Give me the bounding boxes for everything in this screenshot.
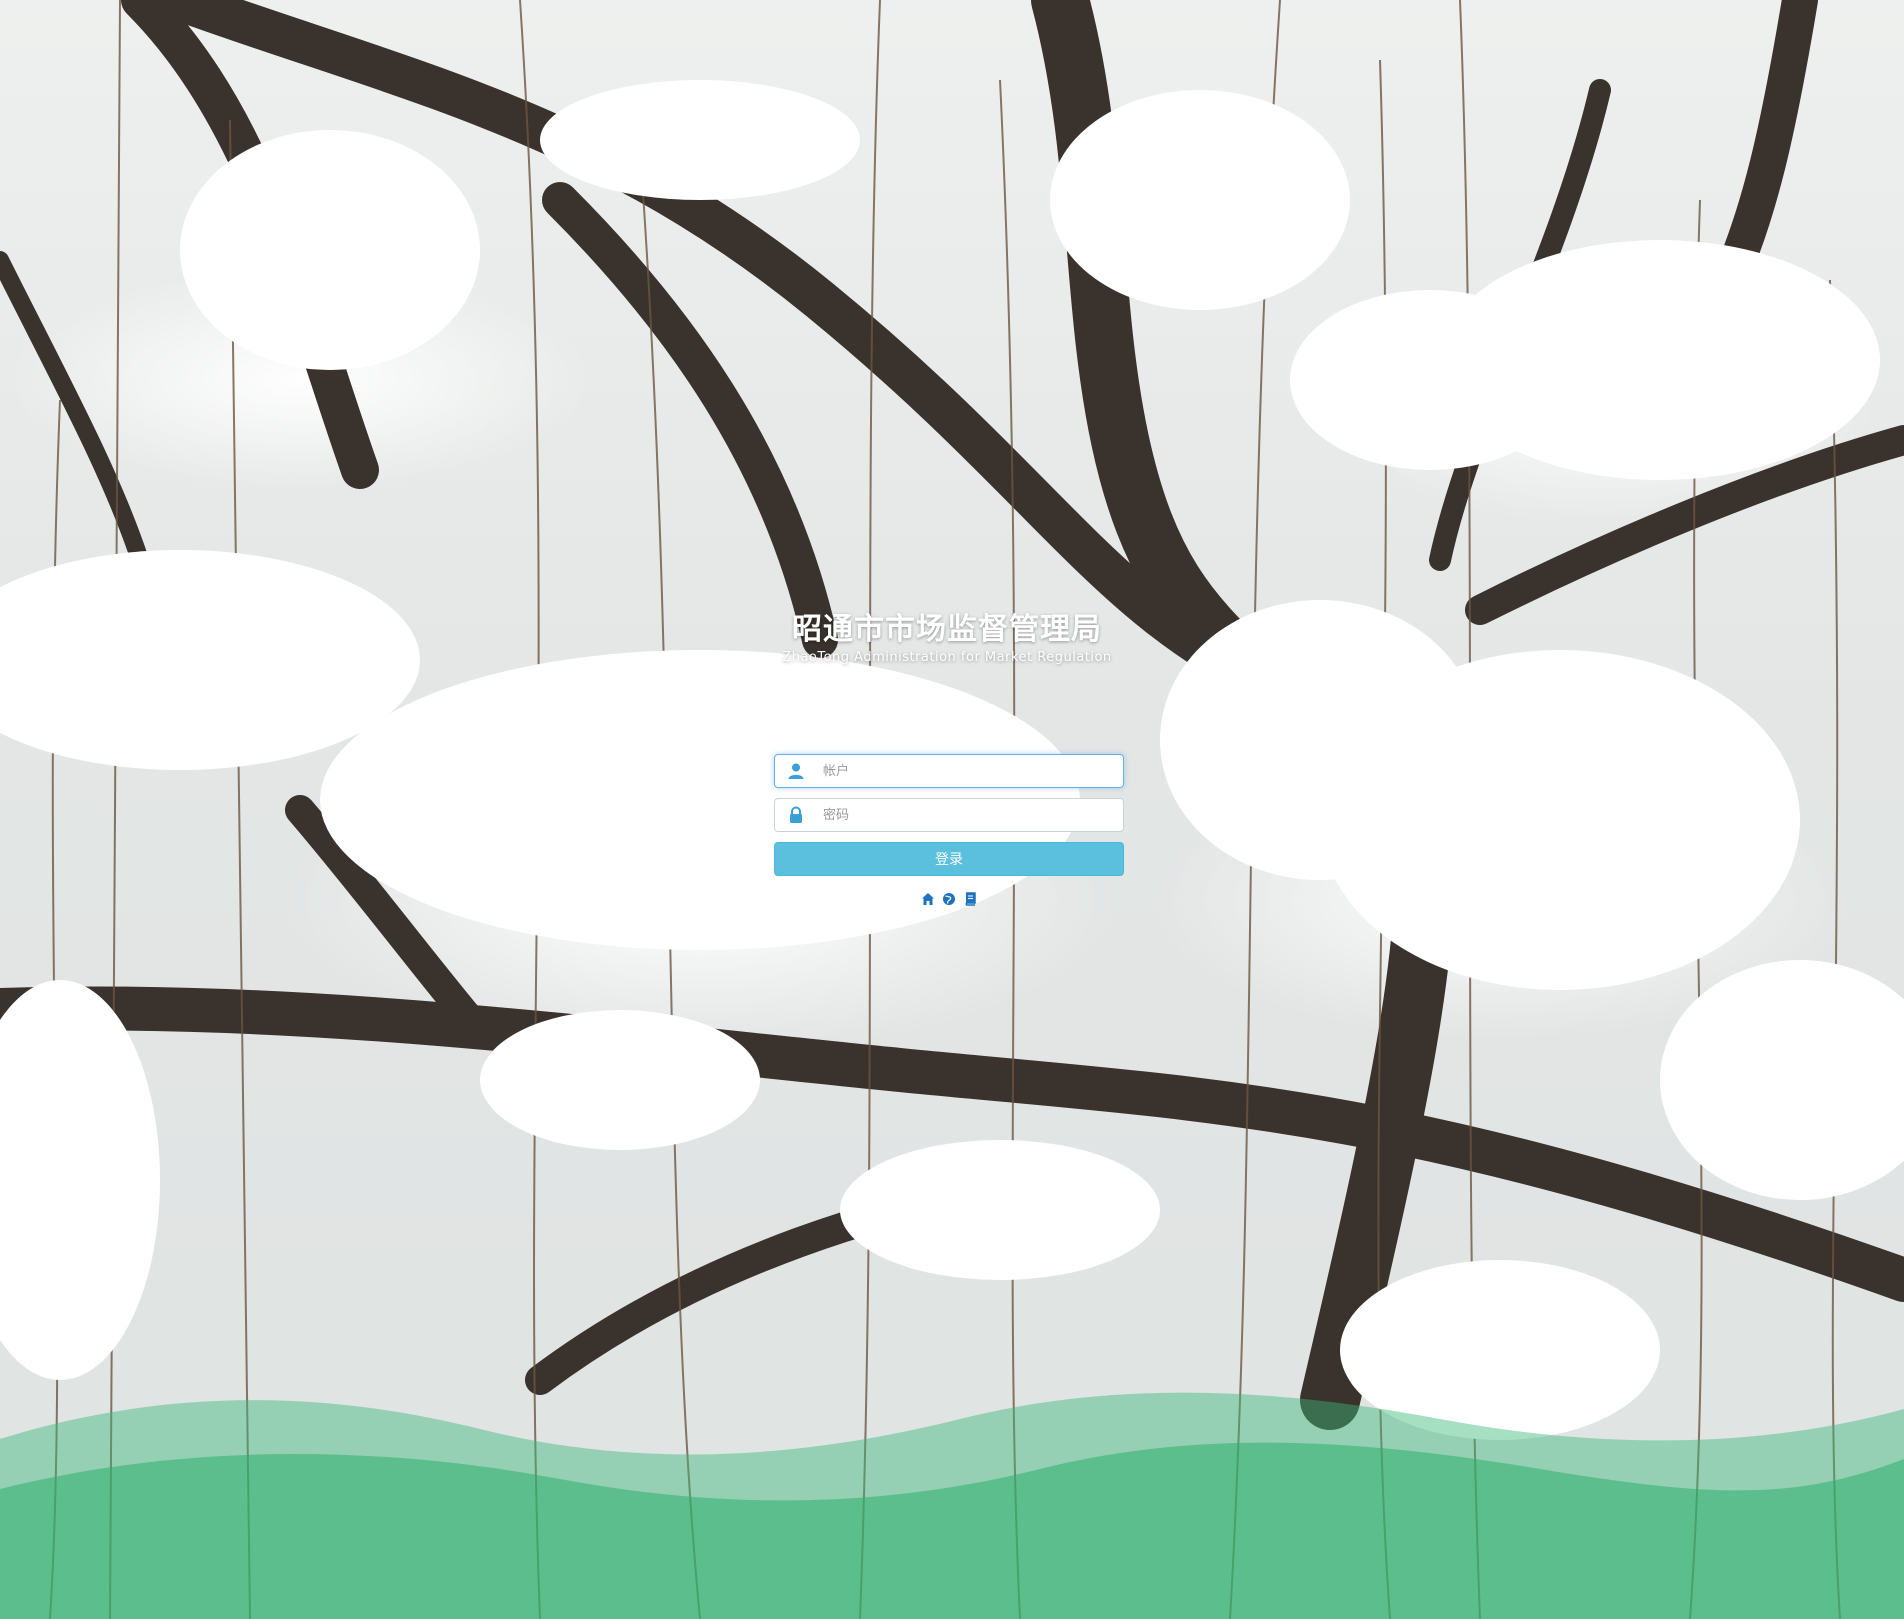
login-page: 昭通市市场监督管理局 ZhaoTong Administration for M…: [0, 0, 1904, 1619]
footer-links: [774, 888, 1124, 906]
password-input[interactable]: [823, 799, 1113, 831]
site-title: 昭通市市场监督管理局: [792, 612, 1102, 647]
wave-decoration: [0, 1392, 1904, 1619]
home-icon[interactable]: [921, 892, 935, 906]
password-field[interactable]: [774, 798, 1124, 832]
lock-icon: [790, 806, 802, 823]
login-button[interactable]: 登录: [774, 842, 1124, 876]
brand: 昭通市市场监督管理局 ZhaoTong Administration for M…: [782, 610, 1112, 666]
login-form: 登录: [774, 754, 1124, 906]
globe-icon[interactable]: [942, 892, 956, 906]
user-icon: [788, 763, 804, 779]
account-input[interactable]: [823, 755, 1113, 787]
account-field[interactable]: [774, 754, 1124, 788]
book-icon[interactable]: [963, 891, 977, 906]
site-subtitle: ZhaoTong Administration for Market Regul…: [782, 650, 1112, 665]
